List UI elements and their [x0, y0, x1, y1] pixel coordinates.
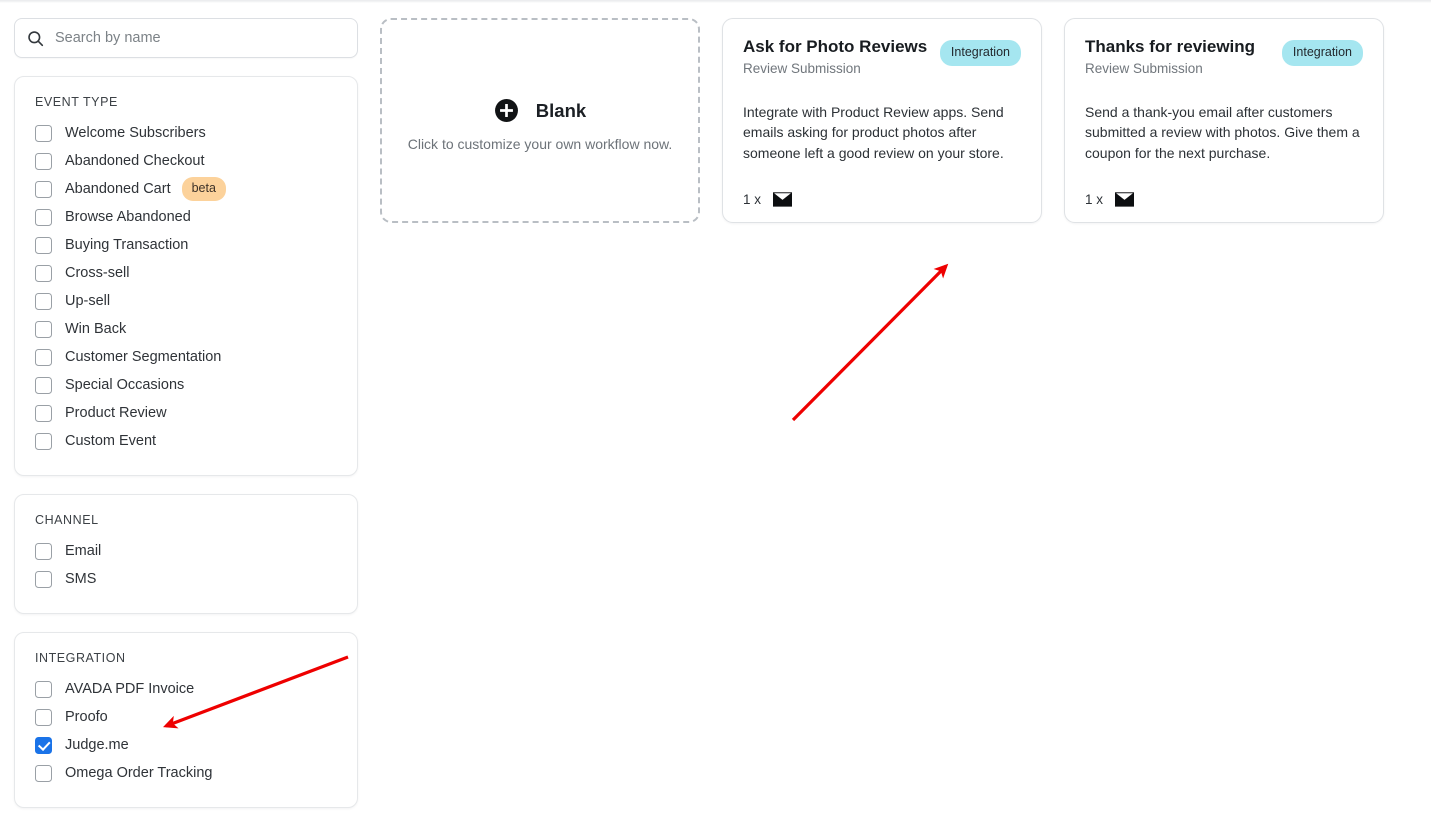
- filter-option-abandoned-cart[interactable]: Abandoned Cart beta: [35, 175, 337, 203]
- card-step-count: 1 x: [1085, 192, 1104, 207]
- filter-option-label: Browse Abandoned: [65, 209, 191, 225]
- card-footer: 1 x: [1085, 192, 1135, 207]
- filter-option-proofo[interactable]: Proofo: [35, 703, 337, 731]
- card-title: Thanks for reviewing: [1085, 37, 1256, 56]
- card-footer: 1 x: [743, 192, 793, 207]
- card-step-count: 1 x: [743, 192, 762, 207]
- filter-option-sms[interactable]: SMS: [35, 565, 337, 593]
- arrow-to-card: [791, 263, 949, 422]
- filters-sidebar: EVENT TYPE Welcome Subscribers Abandoned…: [14, 18, 358, 808]
- envelope-icon: [1115, 192, 1135, 207]
- filter-group-title: INTEGRATION: [35, 651, 126, 665]
- filter-option-omega-order-tracking[interactable]: Omega Order Tracking: [35, 759, 337, 787]
- filter-option-abandoned-checkout[interactable]: Abandoned Checkout: [35, 147, 337, 175]
- card-subtitle: Review Submission: [743, 60, 861, 76]
- checkbox[interactable]: [35, 124, 52, 142]
- filter-option-label: Abandoned Cart: [65, 181, 171, 197]
- checkbox[interactable]: [35, 264, 52, 282]
- filter-option-customer-segmentation[interactable]: Customer Segmentation: [35, 343, 337, 371]
- filter-option-label: AVADA PDF Invoice: [65, 681, 195, 697]
- checkbox[interactable]: [35, 292, 52, 310]
- filter-group-integration: INTEGRATION AVADA PDF Invoice Proofo Jud…: [14, 632, 358, 808]
- filter-option-label: Buying Transaction: [65, 237, 189, 253]
- checkbox[interactable]: [35, 376, 52, 394]
- card-title-block: Ask for Photo Reviews Review Submission: [743, 37, 927, 76]
- integration-badge: Integration: [1281, 40, 1363, 66]
- filter-group-title: EVENT TYPE: [35, 95, 118, 109]
- checkbox[interactable]: [35, 404, 52, 422]
- checkbox[interactable]: [35, 764, 52, 782]
- filter-option-label: Product Review: [65, 405, 167, 421]
- checkbox[interactable]: [35, 152, 52, 170]
- workflow-library-page: EVENT TYPE Welcome Subscribers Abandoned…: [0, 0, 1431, 840]
- checkbox[interactable]: [35, 348, 52, 366]
- template-card-thanks-for-reviewing[interactable]: Thanks for reviewing Review Submission I…: [1064, 18, 1384, 223]
- beta-badge: beta: [181, 177, 226, 201]
- filter-option-label: Customer Segmentation: [65, 349, 222, 365]
- checkbox[interactable]: [35, 570, 52, 588]
- integration-badge: Integration: [939, 40, 1021, 66]
- template-card-ask-for-photo-reviews[interactable]: Ask for Photo Reviews Review Submission …: [722, 18, 1042, 223]
- filter-option-label: Welcome Subscribers: [65, 125, 206, 141]
- search-box[interactable]: [14, 18, 358, 58]
- filter-option-label: Win Back: [65, 321, 127, 337]
- filter-option-win-back[interactable]: Win Back: [35, 315, 337, 343]
- envelope-icon: [773, 192, 793, 207]
- checkbox[interactable]: [35, 180, 52, 198]
- filter-option-label: Up-sell: [65, 293, 111, 309]
- filter-option-label: SMS: [65, 571, 97, 587]
- blank-card-title: Blank: [535, 99, 587, 121]
- card-description: Integrate with Product Review apps. Send…: [743, 103, 1004, 161]
- filter-option-label: Omega Order Tracking: [65, 765, 213, 781]
- filter-group-channel: CHANNEL Email SMS: [14, 494, 358, 614]
- checkbox[interactable]: [35, 708, 52, 726]
- blank-card-heading: Blank: [494, 98, 586, 123]
- filter-option-cross-sell[interactable]: Cross-sell: [35, 259, 337, 287]
- checkbox-checked[interactable]: [35, 736, 52, 754]
- card-title-block: Thanks for reviewing Review Submission: [1085, 37, 1255, 76]
- filter-group-title: CHANNEL: [35, 513, 99, 527]
- filter-option-avada-pdf-invoice[interactable]: AVADA PDF Invoice: [35, 675, 337, 703]
- filter-option-label: Cross-sell: [65, 265, 130, 281]
- card-description: Send a thank-you email after customers s…: [1085, 103, 1360, 161]
- checkbox[interactable]: [35, 236, 52, 254]
- filter-option-special-occasions[interactable]: Special Occasions: [35, 371, 337, 399]
- card-header: Ask for Photo Reviews Review Submission …: [743, 37, 1021, 76]
- checkbox[interactable]: [35, 432, 52, 450]
- filter-option-judgeme[interactable]: Judge.me: [35, 731, 337, 759]
- card-header: Thanks for reviewing Review Submission I…: [1085, 37, 1363, 76]
- filter-group-event-type: EVENT TYPE Welcome Subscribers Abandoned…: [14, 76, 358, 476]
- filter-option-label: Proofo: [65, 709, 108, 725]
- search-icon: [27, 30, 44, 47]
- filter-option-email[interactable]: Email: [35, 537, 337, 565]
- filter-option-custom-event[interactable]: Custom Event: [35, 427, 337, 455]
- filter-option-product-review[interactable]: Product Review: [35, 399, 337, 427]
- filter-option-label: Email: [65, 543, 102, 559]
- filter-option-buying-transaction[interactable]: Buying Transaction: [35, 231, 337, 259]
- filter-option-label: Special Occasions: [65, 377, 185, 393]
- workflow-template-grid: Blank Click to customize your own workfl…: [380, 18, 1384, 223]
- checkbox[interactable]: [35, 542, 52, 560]
- filter-option-welcome-subscribers[interactable]: Welcome Subscribers: [35, 119, 337, 147]
- plus-circle-icon: [494, 98, 519, 123]
- card-title: Ask for Photo Reviews: [743, 37, 928, 56]
- blank-workflow-card[interactable]: Blank Click to customize your own workfl…: [380, 18, 700, 223]
- checkbox[interactable]: [35, 208, 52, 226]
- filter-option-up-sell[interactable]: Up-sell: [35, 287, 337, 315]
- filter-option-label: Custom Event: [65, 433, 157, 449]
- top-divider: [0, 0, 1431, 3]
- checkbox[interactable]: [35, 680, 52, 698]
- search-input[interactable]: [55, 30, 345, 46]
- blank-card-subtitle: Click to customize your own workflow now…: [407, 136, 673, 152]
- filter-option-browse-abandoned[interactable]: Browse Abandoned: [35, 203, 337, 231]
- checkbox[interactable]: [35, 320, 52, 338]
- filter-option-label: Abandoned Checkout: [65, 153, 205, 169]
- filter-option-label: Judge.me: [65, 737, 129, 753]
- card-subtitle: Review Submission: [1085, 60, 1203, 76]
